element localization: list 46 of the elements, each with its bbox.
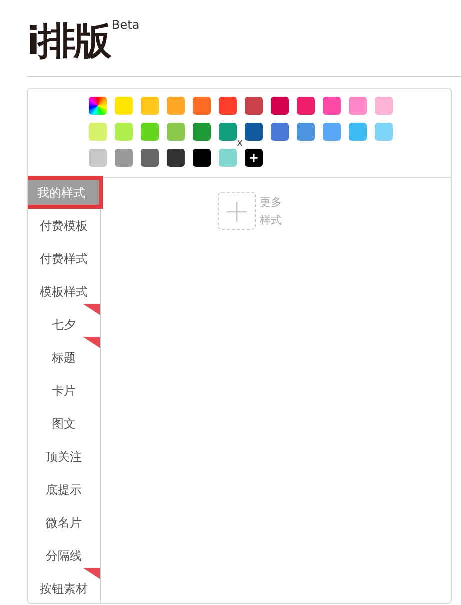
color-swatch[interactable] xyxy=(323,97,341,115)
sidebar-tab[interactable]: 图文 xyxy=(28,407,100,440)
color-swatch[interactable] xyxy=(193,123,211,141)
color-swatch[interactable] xyxy=(219,123,237,141)
sidebar-tab[interactable]: 按钮素材 xyxy=(28,572,100,603)
color-swatch[interactable] xyxy=(297,123,315,141)
color-swatch[interactable] xyxy=(167,149,185,167)
color-swatch[interactable] xyxy=(375,123,393,141)
sidebar-tab[interactable]: 付费模板 xyxy=(28,209,100,242)
color-swatch[interactable] xyxy=(141,97,159,115)
color-swatch[interactable] xyxy=(167,97,185,115)
sidebar-tab[interactable]: 标题 xyxy=(28,341,100,374)
color-swatch[interactable] xyxy=(219,149,237,167)
color-swatch[interactable] xyxy=(193,149,211,167)
sidebar-tab[interactable]: 顶关注 xyxy=(28,440,100,473)
color-picker-swatch[interactable] xyxy=(89,97,107,115)
color-swatch[interactable] xyxy=(89,149,107,167)
color-swatch[interactable] xyxy=(193,97,211,115)
color-swatch[interactable] xyxy=(219,97,237,115)
color-swatch[interactable] xyxy=(245,123,263,141)
color-swatch[interactable] xyxy=(271,97,289,115)
color-swatch[interactable] xyxy=(115,149,133,167)
color-swatch[interactable] xyxy=(115,97,133,115)
color-swatch[interactable] xyxy=(141,123,159,141)
color-swatch[interactable] xyxy=(271,123,289,141)
color-swatch[interactable] xyxy=(141,149,159,167)
sidebar-tab[interactable]: 分隔线 xyxy=(28,539,100,572)
color-swatch[interactable] xyxy=(167,123,185,141)
sidebar-tab[interactable]: 微名片 xyxy=(28,506,100,539)
remove-color-button[interactable]: x xyxy=(237,139,243,149)
color-swatch[interactable] xyxy=(375,97,393,115)
add-color-button[interactable]: + xyxy=(245,149,263,167)
sidebar-tab[interactable]: 付费样式 xyxy=(28,242,100,275)
color-swatch[interactable] xyxy=(349,97,367,115)
color-swatch[interactable] xyxy=(89,123,107,141)
color-swatch[interactable] xyxy=(323,123,341,141)
sidebar-tab[interactable]: 底提示 xyxy=(28,473,100,506)
color-swatch[interactable] xyxy=(349,123,367,141)
more-styles-label: 更多样式 xyxy=(260,195,283,229)
logo: i排版 xyxy=(27,18,110,64)
color-swatch[interactable] xyxy=(115,123,133,141)
beta-label: Beta xyxy=(112,18,140,32)
color-swatch[interactable] xyxy=(297,97,315,115)
sidebar-tab[interactable]: 模板样式 xyxy=(28,275,100,308)
sidebar-tab[interactable]: 卡片 xyxy=(28,374,100,407)
color-swatch[interactable] xyxy=(245,97,263,115)
